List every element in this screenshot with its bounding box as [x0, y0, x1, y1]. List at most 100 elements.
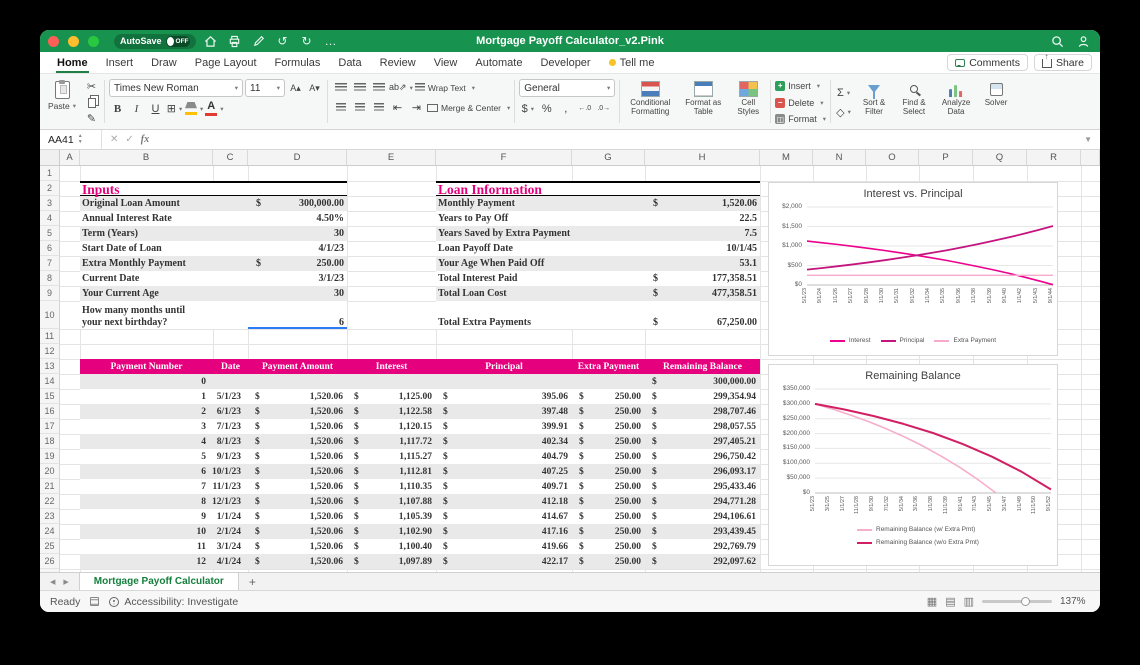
page-layout-view-icon[interactable]: ▤	[945, 595, 955, 608]
autosave-switch[interactable]: OFF	[166, 36, 190, 47]
cell[interactable]: $399.91	[436, 419, 572, 434]
cell[interactable]: $1,107.88	[347, 494, 436, 509]
insert-cells-button[interactable]: +Insert▾	[775, 79, 826, 93]
zoom-window-button[interactable]	[88, 36, 99, 47]
cell[interactable]: $402.34	[436, 434, 572, 449]
align-right-icon[interactable]	[370, 99, 387, 116]
cell[interactable]: $250.00	[572, 509, 645, 524]
sort-filter-button[interactable]: Sort & Filter	[855, 79, 893, 126]
find-select-button[interactable]: Find & Select	[896, 79, 932, 126]
tab-draw[interactable]: Draw	[142, 52, 186, 73]
cell[interactable]: $250.00	[572, 389, 645, 404]
row-header-10[interactable]: 10	[40, 301, 59, 329]
align-center-icon[interactable]	[351, 99, 368, 116]
row-header-1[interactable]: 1	[40, 166, 59, 181]
clear-icon[interactable]: ◇▾	[835, 104, 852, 121]
row-header-4[interactable]: 4	[40, 211, 59, 226]
cell-value[interactable]: $177,358.51	[645, 273, 760, 284]
currency-format-icon[interactable]: $▾	[519, 100, 536, 117]
cell[interactable]: $296,750.42	[645, 449, 760, 464]
cell[interactable]: $1,105.39	[347, 509, 436, 524]
cell[interactable]: $1,520.06	[248, 539, 347, 554]
cell[interactable]: 10	[80, 524, 213, 539]
name-box-stepper[interactable]: ▲▼	[78, 134, 83, 145]
cell[interactable]: $414.67	[436, 509, 572, 524]
cell[interactable]: 5	[80, 449, 213, 464]
cell[interactable]: 0	[80, 374, 213, 389]
cell-label[interactable]: Your Age When Paid Off	[436, 258, 645, 270]
cell[interactable]: $1,520.06	[248, 404, 347, 419]
cell[interactable]: $1,117.72	[347, 434, 436, 449]
cell[interactable]: $292,769.79	[645, 539, 760, 554]
underline-button[interactable]: U	[147, 100, 164, 117]
row-header-24[interactable]: 24	[40, 524, 59, 539]
cell-value[interactable]: 22.5	[645, 213, 760, 224]
row-header-26[interactable]: 26	[40, 554, 59, 569]
column-header-C[interactable]: C	[213, 150, 248, 165]
row-header-15[interactable]: 15	[40, 389, 59, 404]
cell[interactable]: 3/1/24	[213, 539, 248, 554]
tab-data[interactable]: Data	[329, 52, 370, 73]
column-header-Q[interactable]: Q	[973, 150, 1027, 165]
cell[interactable]: 6	[80, 464, 213, 479]
cell-label[interactable]: Total Interest Paid	[436, 273, 645, 285]
cell[interactable]: $1,122.58	[347, 404, 436, 419]
search-icon[interactable]	[1048, 33, 1066, 49]
cell[interactable]	[436, 374, 572, 389]
cell[interactable]: $250.00	[572, 494, 645, 509]
share-button[interactable]: Share	[1034, 54, 1092, 71]
cell[interactable]: $1,520.06	[248, 494, 347, 509]
format-painter-icon[interactable]: ✎	[83, 111, 100, 126]
column-header-M[interactable]: M	[760, 150, 813, 165]
row-header-17[interactable]: 17	[40, 419, 59, 434]
align-middle-icon[interactable]	[351, 79, 368, 96]
print-icon[interactable]	[226, 33, 244, 49]
insert-function-icon[interactable]: fx	[141, 134, 149, 145]
redo-icon[interactable]: ↻	[298, 33, 316, 49]
cell-label[interactable]: Original Loan Amount	[80, 198, 248, 210]
normal-view-icon[interactable]: ▦	[927, 595, 937, 608]
format-as-table-button[interactable]: Format as Table	[680, 79, 726, 126]
cell[interactable]: $1,520.06	[248, 479, 347, 494]
row-header-21[interactable]: 21	[40, 479, 59, 494]
tab-view[interactable]: View	[425, 52, 467, 73]
cell-value[interactable]: 4.50%	[248, 213, 347, 224]
cell[interactable]: 2	[80, 404, 213, 419]
cell[interactable]: 1/1/24	[213, 509, 248, 524]
row-header-13[interactable]: 13	[40, 359, 59, 374]
cell[interactable]: 5/1/23	[213, 389, 248, 404]
cell[interactable]: $250.00	[572, 539, 645, 554]
legend-item[interactable]: Principal	[881, 337, 925, 344]
cell[interactable]: $250.00	[572, 434, 645, 449]
tab-developer[interactable]: Developer	[531, 52, 599, 73]
conditional-formatting-button[interactable]: Conditional Formatting	[624, 79, 676, 126]
cell[interactable]: $1,115.27	[347, 449, 436, 464]
cell[interactable]: $1,520.06	[248, 449, 347, 464]
cell-label[interactable]: Total Loan Cost	[436, 288, 645, 300]
cell[interactable]: 9	[80, 509, 213, 524]
cell[interactable]: 4/1/24	[213, 554, 248, 569]
cell-label[interactable]: Years Saved by Extra Payment	[436, 228, 645, 240]
zoom-level[interactable]: 137%	[1060, 596, 1090, 607]
cell[interactable]: $294,771.28	[645, 494, 760, 509]
decrease-decimal-icon[interactable]: .0→	[595, 100, 612, 117]
comments-button[interactable]: Comments	[947, 54, 1028, 71]
prev-sheet-icon[interactable]: ◀	[50, 578, 55, 586]
orientation-icon[interactable]: ab⇗▾	[389, 79, 413, 96]
cell-value[interactable]: $250.00	[248, 258, 347, 269]
cell[interactable]	[213, 374, 248, 389]
cell[interactable]: 1	[80, 389, 213, 404]
cell-value[interactable]: 53.1	[645, 258, 760, 269]
row-header-2[interactable]: 2	[40, 181, 59, 196]
cell[interactable]: $250.00	[572, 419, 645, 434]
cell-value[interactable]: $1,520.06	[645, 198, 760, 209]
cell-label[interactable]: Loan Payoff Date	[436, 243, 645, 255]
cell[interactable]: 2/1/24	[213, 524, 248, 539]
analyze-data-button[interactable]: Analyze Data	[935, 79, 977, 126]
cell[interactable]: $299,354.94	[645, 389, 760, 404]
increase-font-size-button[interactable]: A▴	[287, 80, 304, 97]
accessibility-status[interactable]: Accessibility: Investigate	[109, 596, 238, 608]
align-bottom-icon[interactable]	[370, 79, 387, 96]
cell[interactable]: $250.00	[572, 404, 645, 419]
cell-value[interactable]: 3/1/23	[248, 273, 347, 284]
